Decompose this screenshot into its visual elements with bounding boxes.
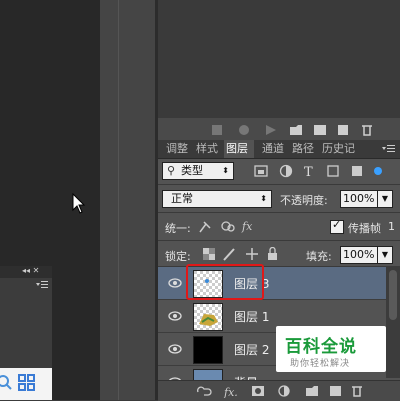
- tab-layers[interactable]: 图层: [224, 140, 254, 158]
- lock-label: 锁定:: [165, 250, 191, 263]
- opacity-dropdown-button[interactable]: ▼: [377, 190, 393, 208]
- chevron-updown-icon: ⬍: [222, 166, 229, 175]
- tab-paths[interactable]: 路径: [292, 140, 314, 158]
- watermark-subtitle: 助你轻松解决: [290, 359, 351, 369]
- svg-text:T: T: [304, 165, 313, 178]
- blend-mode-value: 正常: [171, 192, 193, 205]
- filter-kind-label: 类型: [181, 164, 203, 177]
- blend-mode-select[interactable]: 正常 ⬍: [162, 190, 272, 208]
- opacity-input[interactable]: 100%: [340, 190, 378, 208]
- fill-dropdown-button[interactable]: ▼: [377, 246, 393, 264]
- unify-label: 统一:: [165, 222, 191, 235]
- unify-icons[interactable]: fx: [198, 218, 262, 234]
- tab-styles[interactable]: 样式: [196, 140, 218, 158]
- fill-input[interactable]: 100%: [340, 246, 378, 264]
- layer-name[interactable]: 图层 1: [234, 308, 269, 325]
- eye-icon[interactable]: [168, 276, 182, 290]
- filter-icons[interactable]: T: [254, 164, 384, 178]
- layers-bottom-toolbar: fx.: [158, 380, 400, 401]
- layer-thumbnail: [193, 303, 223, 331]
- watermark-title: 百科全说: [285, 337, 357, 357]
- svg-text:fx: fx: [241, 220, 253, 233]
- collapse-arrows-icon[interactable]: ◂◂ ✕: [22, 266, 39, 275]
- opacity-label: 不透明度:: [280, 194, 328, 207]
- panel-menu-icon[interactable]: [36, 280, 48, 290]
- search-icon[interactable]: [0, 372, 14, 392]
- divider: [158, 184, 400, 185]
- highlight-annotation: [186, 264, 264, 300]
- svg-text:fx.: fx.: [223, 386, 238, 398]
- propagate-frame-value: 1: [388, 220, 395, 233]
- fill-label: 填充:: [306, 250, 332, 263]
- panel-tabs: 调整 样式 图层 通道 路径 历史记: [158, 140, 400, 159]
- layer-filter-select[interactable]: ⚲ 类型 ⬍: [162, 162, 234, 180]
- search-icon: ⚲: [167, 164, 176, 177]
- layers-scrollbar[interactable]: [386, 266, 400, 378]
- grid-icon[interactable]: [18, 374, 36, 392]
- panel-menu-icon[interactable]: [382, 144, 396, 154]
- chevron-updown-icon: ⬍: [260, 194, 267, 203]
- eye-icon[interactable]: [168, 309, 182, 323]
- divider: [118, 0, 119, 400]
- layer-name[interactable]: 图层 2: [234, 341, 269, 358]
- divider: [158, 212, 400, 213]
- layer-thumbnail: [193, 336, 223, 364]
- lock-icons[interactable]: [202, 247, 282, 261]
- mouse-cursor-icon: [72, 193, 86, 214]
- tab-adjustments[interactable]: 调整: [166, 140, 188, 158]
- scrollbar-thumb[interactable]: [389, 270, 397, 320]
- tab-channels[interactable]: 通道: [262, 140, 284, 158]
- propagate-frame-checkbox[interactable]: ✓: [330, 218, 344, 234]
- tab-history[interactable]: 历史记: [322, 140, 355, 158]
- eye-icon[interactable]: [168, 342, 182, 356]
- propagate-frame-label: 传播帧: [348, 222, 381, 235]
- panel-top-toolbar: [158, 118, 400, 141]
- divider: [158, 240, 400, 241]
- panel-gutter: [100, 0, 158, 400]
